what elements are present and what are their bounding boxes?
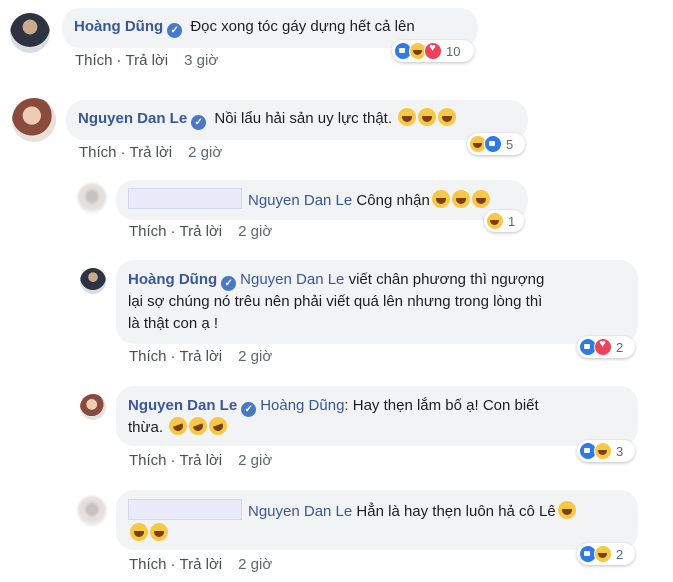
avatar[interactable] [12,98,56,142]
reaction-count: 10 [446,43,461,59]
like-button[interactable]: Thích [129,556,167,573]
like-button[interactable]: Thích [79,144,117,161]
comment-bubble: Nguyen Dan Le ✓ Nồi lẩu hải sản uy lực th… [66,100,528,140]
author-name[interactable]: Nguyen Dan Le [128,397,237,414]
haha-icon [486,212,504,230]
rofl-emoji-icon [186,414,210,438]
comment-bubble: Nguyen Dan Le Hẳn là hay thẹn luôn hả cô… [116,490,638,550]
reply-button[interactable]: Trả lời [130,144,173,161]
timestamp[interactable]: 2 giờ [238,348,272,365]
comment-text-line-3: là thật con ạ ! [128,315,219,332]
avatar[interactable] [10,13,50,53]
comment-bubble: Hoàng Dũng ✓ Nguyen Dan Le viết chân phươn… [116,260,638,344]
laughing-emoji-icon [451,190,470,208]
reaction-count: 2 [616,339,624,355]
timestamp[interactable]: 2 giờ [238,452,272,469]
reply-button[interactable]: Trả lời [180,556,223,573]
redacted-author [128,499,242,520]
like-button[interactable]: Thích [75,52,113,69]
reaction-summary[interactable]: 1 [484,210,524,232]
love-icon [424,42,442,60]
timestamp[interactable]: 2 giờ [188,144,222,161]
reaction-count: 1 [508,213,516,229]
comment-actions: Thích · Trả lời 3 giờ [75,52,219,69]
mention-link[interactable]: Hoàng Dũng [260,397,344,414]
like-button[interactable]: Thích [129,223,167,240]
reaction-summary[interactable]: 3 [577,440,635,462]
laughing-emoji-icon [418,108,437,126]
comment-text: Công nhận [356,192,430,209]
comment-text: Đọc xong tóc gáy dựng hết cả lên [190,18,415,35]
avatar[interactable] [80,268,106,294]
author-name[interactable]: Nguyen Dan Le [78,110,187,127]
comment-text-line-2: thừa. [128,419,164,436]
comment-actions: Thích · Trả lời 2 giờ [129,223,273,240]
verified-badge-icon: ✓ [191,115,207,130]
mention-link[interactable]: Nguyen Dan Le [240,271,344,288]
avatar[interactable] [80,394,106,420]
verified-badge-icon: ✓ [167,23,183,38]
reaction-summary[interactable]: 10 [392,40,474,62]
haha-icon [594,545,612,563]
author-name[interactable]: Hoàng Dũng [128,271,217,288]
like-button[interactable]: Thích [129,348,167,365]
reaction-summary[interactable]: 5 [467,133,525,155]
comment-bubble: Nguyen Dan Le ✓ Hoàng Dũng: Hay thẹn lắm b… [116,386,638,446]
reaction-summary[interactable]: 2 [577,336,635,358]
timestamp[interactable]: 2 giờ [238,223,272,240]
reaction-count: 3 [616,443,624,459]
mention-link[interactable]: Nguyen Dan Le [248,503,352,520]
comment-text-line-1: viết chân phương thì ngượng [348,271,545,288]
verified-badge-icon: ✓ [221,276,237,291]
comment-text-line-2: lại sợ chúng nó trêu nên phải viết quá l… [128,293,543,310]
laughing-emoji-icon [150,523,168,541]
reaction-summary[interactable]: 2 [577,543,635,565]
laughing-emoji-icon [431,190,450,208]
comment-actions: Thích · Trả lời 2 giờ [129,452,273,469]
comment-bubble: Nguyen Dan Le Công nhận [116,180,528,220]
timestamp[interactable]: 3 giờ [184,52,218,69]
comment-actions: Thích · Trả lời 2 giờ [129,348,273,365]
avatar[interactable] [77,183,107,213]
comment-text-line-1: : Hay thẹn lắm bố ạ! Con biết [344,397,539,414]
rofl-emoji-icon [206,414,230,438]
reply-button[interactable]: Trả lời [126,52,169,69]
comment-actions: Thích · Trả lời 2 giờ [79,144,223,161]
comment-text: Hẳn là hay thẹn luôn hả cô Lê [356,503,556,520]
author-name[interactable]: Hoàng Dũng [74,18,163,35]
laughing-emoji-icon [438,108,457,126]
like-icon [484,135,502,153]
laughing-emoji-icon [557,501,576,519]
laughing-emoji-icon [398,108,417,126]
comment-actions: Thích · Trả lời 2 giờ [129,556,273,573]
love-icon [594,338,612,356]
redacted-author [128,188,242,209]
reply-button[interactable]: Trả lời [180,348,223,365]
reply-button[interactable]: Trả lời [180,452,223,469]
reaction-count: 2 [616,546,624,562]
rofl-emoji-icon [166,414,190,438]
reply-button[interactable]: Trả lời [180,223,223,240]
mention-link[interactable]: Nguyen Dan Le [248,192,352,209]
timestamp[interactable]: 2 giờ [238,556,272,573]
verified-badge-icon: ✓ [241,402,257,417]
reaction-count: 5 [506,136,514,152]
like-button[interactable]: Thích [129,452,167,469]
laughing-emoji-icon [471,190,490,208]
haha-icon [594,442,612,460]
avatar[interactable] [77,496,107,526]
laughing-emoji-icon [130,523,148,541]
comment-text: Nồi lẩu hải sản uy lực thật. [214,110,392,127]
